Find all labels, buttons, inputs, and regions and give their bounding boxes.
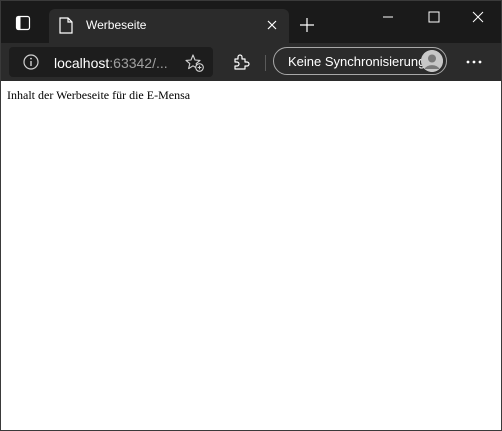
toolbar: localhost:63342/... Keine Synchronisieru… [1,43,501,81]
tab-close-button[interactable] [263,16,281,34]
minimize-button[interactable] [365,1,411,33]
url-host: localhost [54,55,110,71]
maximize-button[interactable] [411,1,457,33]
tab-strip: Werbeseite [1,1,501,43]
page-viewport: Inhalt der Werbeseite für die E-Mensa [1,81,501,430]
add-favorite-icon[interactable] [185,53,205,73]
new-tab-button[interactable] [297,15,317,35]
minimize-icon [383,16,393,18]
address-bar[interactable]: localhost:63342/... [9,47,213,77]
avatar-icon [421,50,443,72]
toolbar-divider [265,55,266,71]
page-content-text: Inhalt der Werbeseite für die E-Mensa [7,88,191,102]
maximize-icon [428,11,440,23]
more-icon [466,60,482,64]
page-icon [59,17,75,35]
tab-werbeseite[interactable]: Werbeseite [49,9,289,43]
url-rest: :63342/... [109,55,168,71]
info-icon[interactable] [23,54,39,70]
browser-window: Werbeseite localhost:63342/... Keine Syn… [0,0,502,431]
plus-icon [300,18,314,32]
more-menu-button[interactable] [461,52,487,72]
sync-label: Keine Synchronisierung [288,54,426,69]
tab-title: Werbeseite [86,18,147,32]
window-close-button[interactable] [455,1,501,33]
url-text[interactable]: localhost:63342/... [54,55,168,71]
sync-button[interactable]: Keine Synchronisierung [273,47,447,75]
tab-actions-button[interactable] [9,11,37,39]
tab-actions-icon [15,15,31,36]
puzzle-icon[interactable] [231,52,251,72]
close-icon [267,20,277,30]
close-icon [472,11,484,23]
